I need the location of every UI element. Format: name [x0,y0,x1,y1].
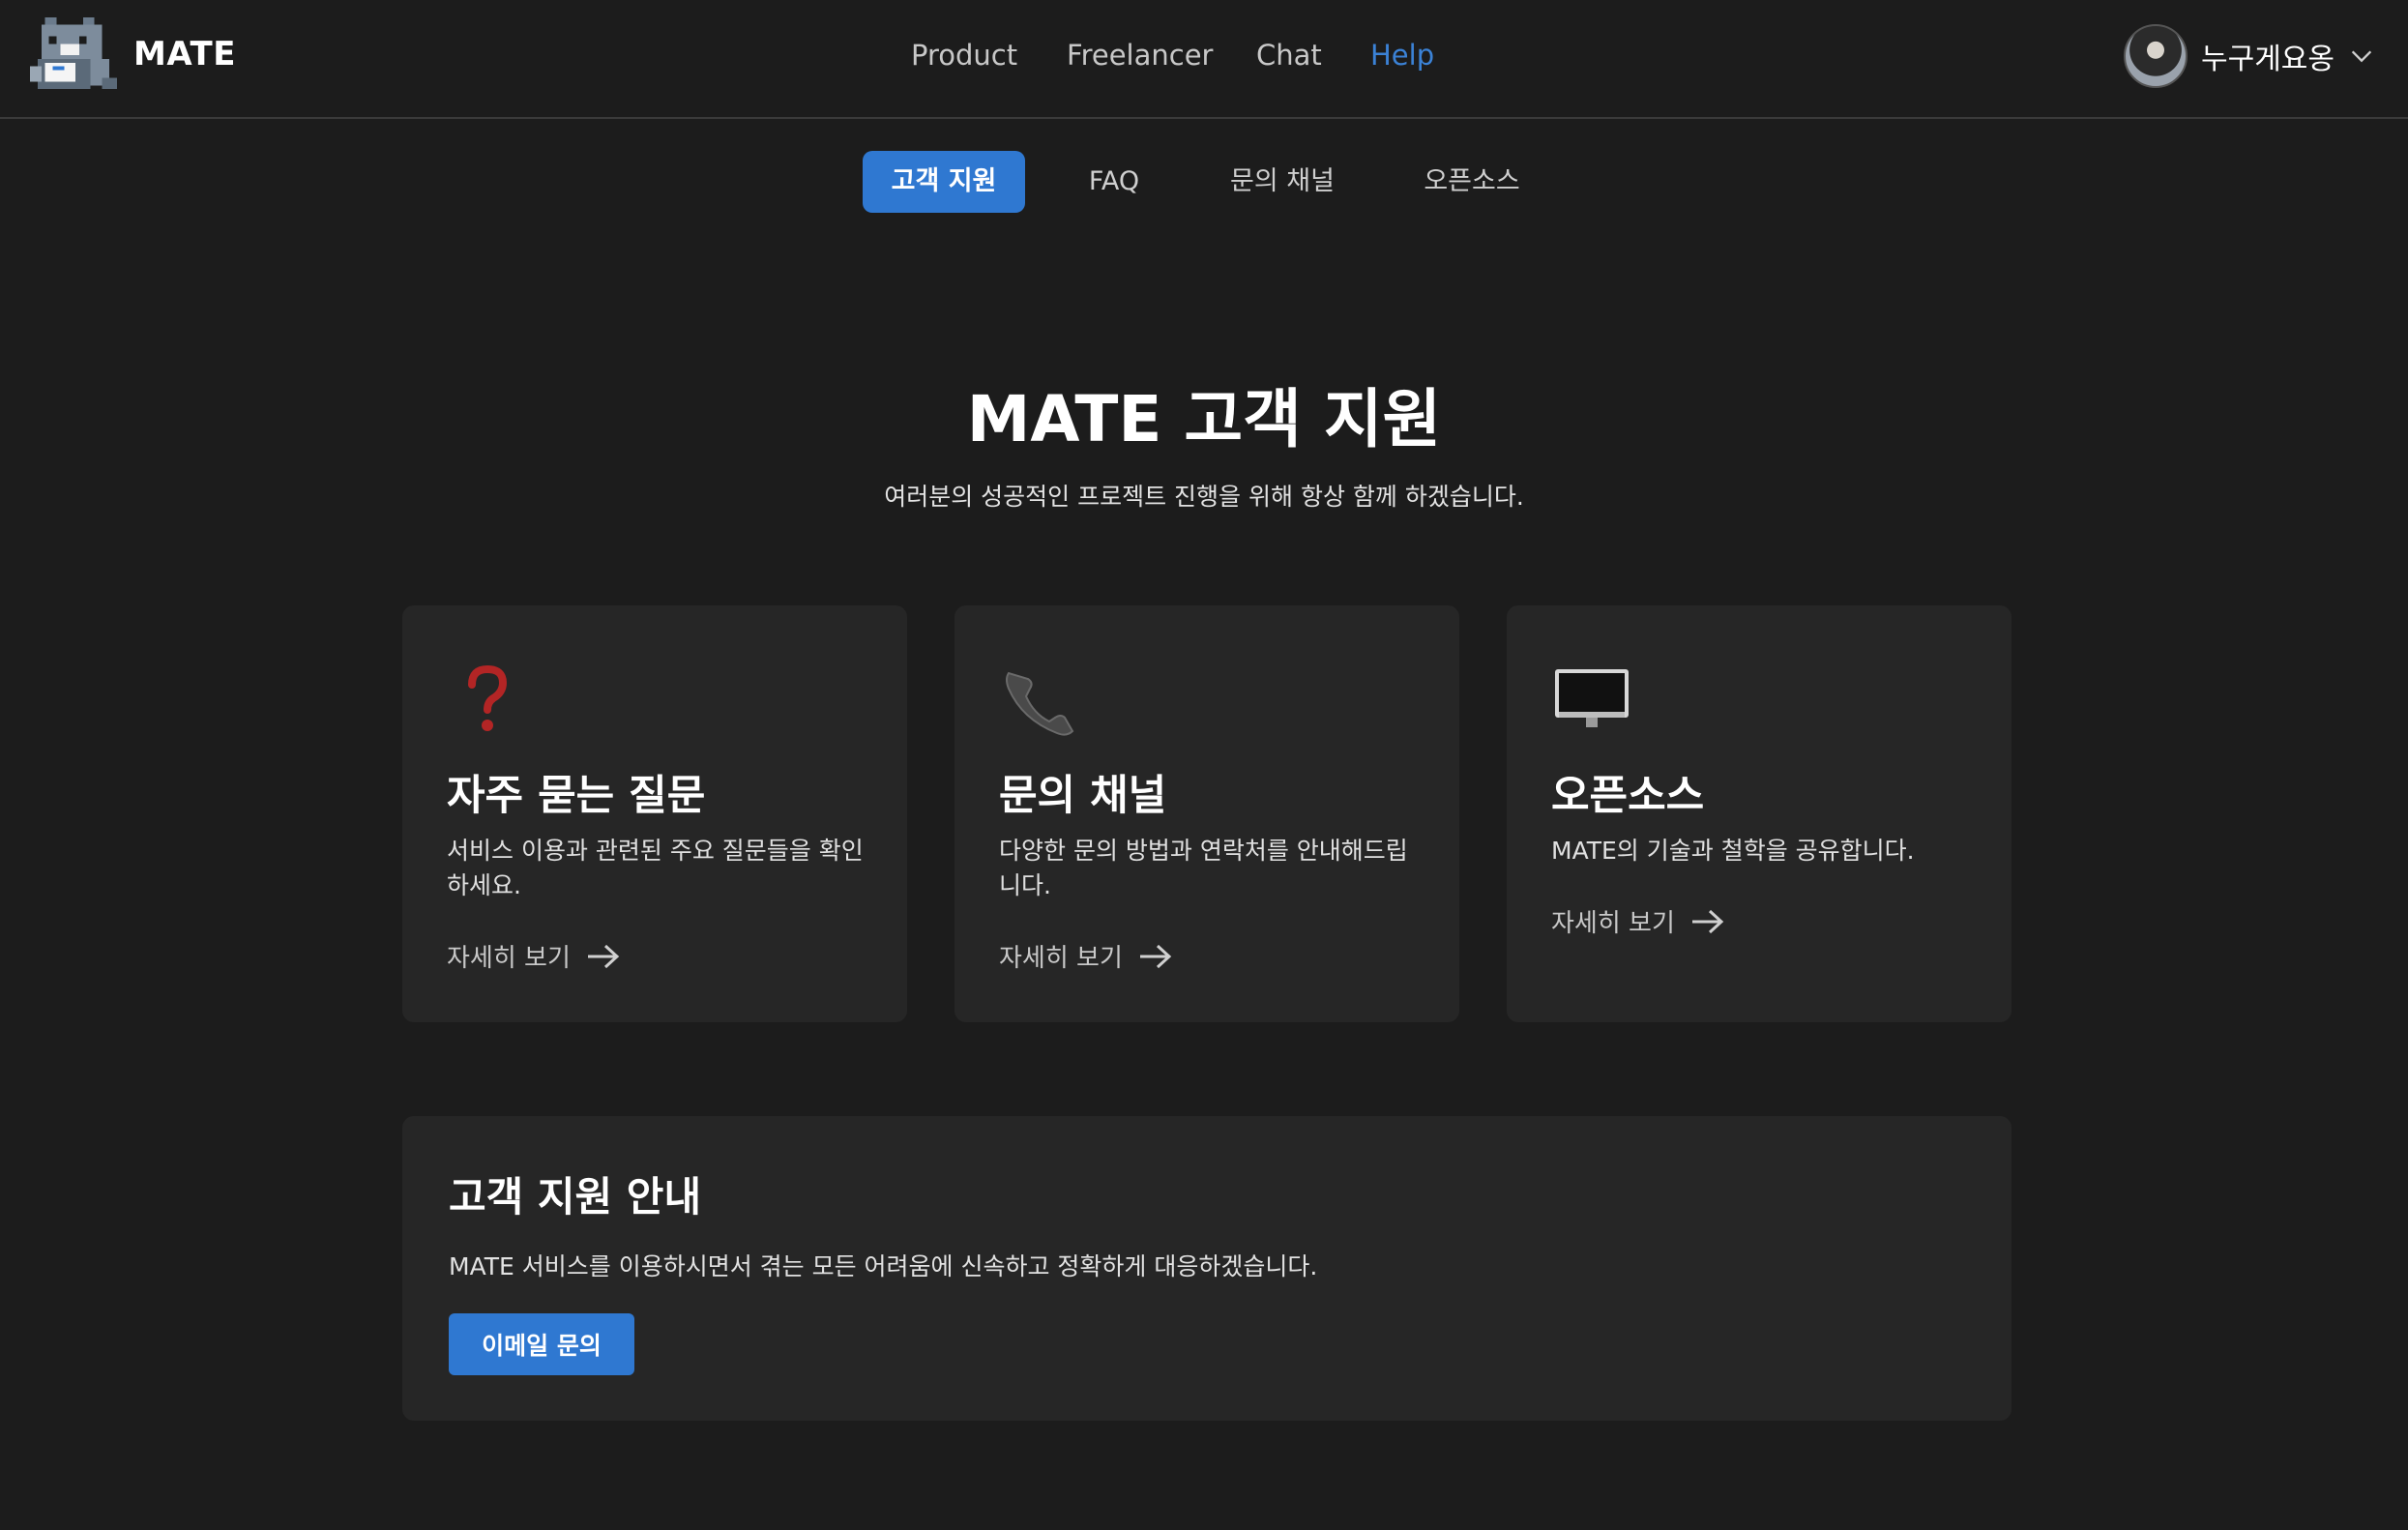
contact-channel-card[interactable]: 문의 채널 다양한 문의 방법과 연락처를 안내해드립니다. 자세히 보기 [954,605,1459,1022]
arrow-right-icon [587,944,620,968]
user-avatar[interactable] [2124,24,2188,88]
card-more-link[interactable]: 자세히 보기 [447,938,621,974]
card-link-label[interactable]: 자세히 보기 [1551,903,1675,939]
card-title: 오픈소스 [1551,772,1705,820]
card-link-label[interactable]: 자세히 보기 [999,938,1123,974]
email-inquiry-button[interactable]: 이메일 문의 [449,1313,634,1375]
nav-freelancer[interactable]: Freelancer [1067,39,1213,72]
chevron-down-icon[interactable] [2348,43,2375,70]
tab-faq[interactable]: FAQ [1068,151,1160,213]
desktop-computer-icon [1555,669,1629,727]
faq-card[interactable]: 자주 묻는 질문 서비스 이용과 관련된 주요 질문들을 확인하세요. 자세히 … [402,605,907,1022]
card-title: 자주 묻는 질문 [447,772,706,820]
open-source-card[interactable]: 오픈소스 MATE의 기술과 철학을 공유합니다. 자세히 보기 [1507,605,2012,1022]
card-title: 문의 채널 [999,772,1167,820]
page-title: MATE 고객 지원 [966,382,1442,456]
section-description: MATE 서비스를 이용하시면서 겪는 모든 어려움에 신속하고 정확하게 대응… [449,1252,1318,1280]
card-more-link[interactable]: 자세히 보기 [1551,903,1725,939]
card-description: 다양한 문의 방법과 연락처를 안내해드립니다. [999,837,1408,899]
nav-chat[interactable]: Chat [1256,39,1322,72]
section-title: 고객 지원 안내 [449,1173,702,1221]
user-menu[interactable]: 누구게요옹 [2124,23,2375,89]
top-header: MATE Product Freelancer Chat Help 누구게요옹 [0,0,2408,119]
tab-customer-support[interactable]: 고객 지원 [863,151,1025,213]
arrow-right-icon [1691,909,1724,933]
main-nav: Product Freelancer Chat Help [0,39,2408,77]
tab-open-source[interactable]: 오픈소스 [1408,151,1536,213]
question-mark-icon [468,664,508,731]
support-info-section: 고객 지원 안내 MATE 서비스를 이용하시면서 겪는 모든 어려움에 신속하… [402,1116,2012,1421]
card-more-link[interactable]: 자세히 보기 [999,938,1173,974]
tab-contact-channels[interactable]: 문의 채널 [1215,151,1350,213]
nav-product[interactable]: Product [911,39,1017,72]
telephone-icon [1006,671,1074,736]
card-description: MATE의 기술과 철학을 공유합니다. [1551,837,1915,865]
page-subtitle: 여러분의 성공적인 프로젝트 진행을 위해 항상 함께 하겠습니다. [884,483,1524,511]
arrow-right-icon [1139,944,1172,968]
nav-help[interactable]: Help [1370,39,1434,72]
card-link-label[interactable]: 자세히 보기 [447,938,571,974]
username[interactable]: 누구게요옹 [2201,35,2335,77]
card-description: 서비스 이용과 관련된 주요 질문들을 확인하세요. [447,837,864,899]
